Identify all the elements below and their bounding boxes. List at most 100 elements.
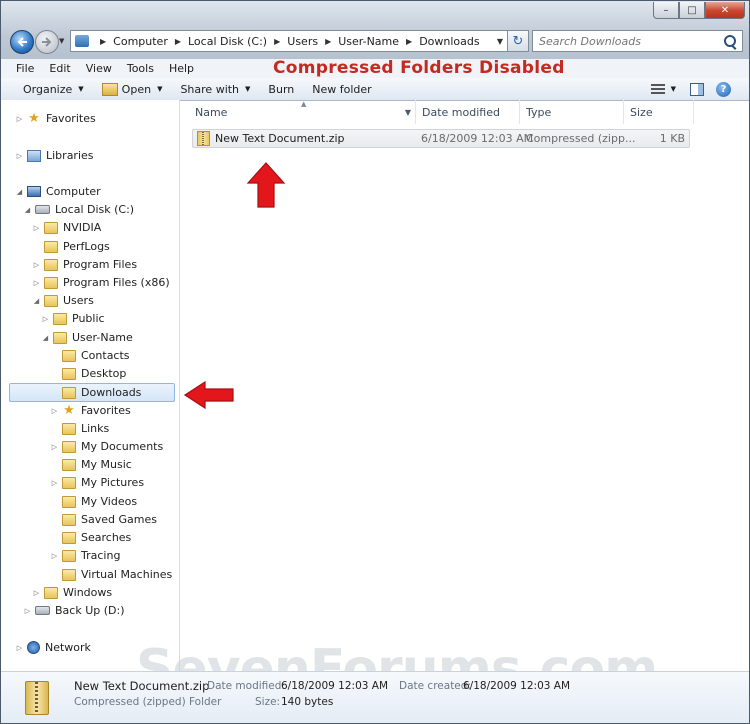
- new-folder-button[interactable]: New folder: [312, 83, 371, 96]
- preview-pane-icon[interactable]: [690, 82, 704, 96]
- column-header-type[interactable]: Type: [520, 100, 624, 124]
- expand-icon[interactable]: ▷: [32, 279, 41, 287]
- tree-label: Back Up (D:): [55, 604, 125, 617]
- search-icon[interactable]: [724, 35, 736, 47]
- menu-view[interactable]: View: [86, 62, 112, 75]
- tree-item-desktop[interactable]: Desktop: [50, 365, 126, 382]
- expand-icon[interactable]: ▷: [50, 443, 59, 451]
- refresh-button[interactable]: ↻: [507, 30, 529, 52]
- search-box[interactable]: [532, 30, 743, 52]
- tree-item-my-music[interactable]: My Music: [50, 456, 132, 473]
- tree-item-backup-d[interactable]: ▷ Back Up (D:): [23, 602, 125, 619]
- navigation-pane[interactable]: ▷ ★ Favorites ▷ Libraries ◢ Computer ◢ Local …: [1, 100, 180, 671]
- tree-item-contacts[interactable]: Contacts: [50, 347, 130, 364]
- forward-button[interactable]: [35, 30, 59, 54]
- tree-item-my-pictures[interactable]: ▷ My Pictures: [50, 474, 144, 491]
- tree-item-perflogs[interactable]: PerfLogs: [32, 238, 110, 255]
- tree-item-favorites[interactable]: ▷ ★ Favorites: [15, 110, 96, 127]
- expand-icon[interactable]: ▷: [50, 479, 59, 487]
- tree-item-searches[interactable]: Searches: [50, 529, 131, 546]
- maximize-button[interactable]: □: [679, 2, 705, 19]
- expand-icon[interactable]: ▷: [15, 152, 24, 160]
- tree-item-tracing[interactable]: ▷ Tracing: [50, 547, 121, 564]
- tree-item-virtual-machines[interactable]: Virtual Machines: [50, 566, 172, 583]
- collapse-icon[interactable]: ◢: [32, 297, 41, 305]
- collapse-icon[interactable]: ◢: [41, 334, 50, 342]
- file-size: 1 KB: [659, 132, 685, 145]
- chevron-right-icon[interactable]: ▶: [175, 37, 181, 46]
- tree-item-my-videos[interactable]: My Videos: [50, 493, 137, 510]
- expand-icon[interactable]: ▷: [41, 315, 50, 323]
- tree-item-saved-games[interactable]: Saved Games: [50, 511, 157, 528]
- expand-icon[interactable]: ▷: [15, 644, 24, 652]
- view-options-icon[interactable]: [650, 84, 665, 94]
- open-button[interactable]: Open ▼: [101, 82, 163, 96]
- tree-label: Searches: [81, 531, 132, 544]
- menu-file[interactable]: File: [16, 62, 34, 75]
- tree-item-nvidia[interactable]: ▷ NVIDIA: [32, 219, 101, 236]
- column-header-date-modified[interactable]: Date modified: [416, 100, 520, 124]
- tree-item-users[interactable]: ◢ Users: [32, 292, 94, 309]
- search-input[interactable]: [533, 33, 721, 49]
- share-with-button[interactable]: Share with ▼: [180, 83, 250, 96]
- chevron-right-icon[interactable]: ▶: [406, 37, 412, 46]
- expand-icon[interactable]: ▷: [50, 407, 59, 415]
- breadcrumb-local-disk[interactable]: Local Disk (C:): [188, 35, 267, 48]
- tree-item-downloads[interactable]: Downloads: [9, 383, 175, 402]
- back-button[interactable]: [10, 30, 34, 54]
- tree-item-network[interactable]: ▷ Network: [15, 639, 91, 656]
- expand-icon[interactable]: ▷: [32, 224, 41, 232]
- minimize-button[interactable]: –: [653, 2, 679, 19]
- help-icon[interactable]: ?: [716, 81, 731, 97]
- tree-label: Favorites: [81, 404, 131, 417]
- chevron-down-icon[interactable]: ▼: [671, 85, 676, 93]
- tree-label: Tracing: [81, 549, 121, 562]
- tree-item-libraries[interactable]: ▷ Libraries: [15, 147, 94, 164]
- details-file-type: Compressed (zipped) Folder: [74, 696, 222, 708]
- arrow-right-icon: [42, 37, 52, 47]
- column-header-size[interactable]: Size: [624, 100, 694, 124]
- expand-icon[interactable]: ▷: [50, 552, 59, 560]
- menu-help[interactable]: Help: [169, 62, 194, 75]
- collapse-icon[interactable]: ◢: [15, 188, 24, 196]
- menu-tools[interactable]: Tools: [127, 62, 154, 75]
- chevron-down-icon[interactable]: ▼: [405, 108, 411, 117]
- breadcrumb-users[interactable]: Users: [287, 35, 318, 48]
- chevron-down-icon: ▼: [157, 85, 163, 93]
- tree-item-computer[interactable]: ◢ Computer: [15, 183, 101, 200]
- chevron-right-icon[interactable]: ▶: [100, 37, 106, 46]
- recent-pages-dropdown[interactable]: ▼: [59, 37, 64, 45]
- address-dropdown-button[interactable]: ▼: [493, 37, 507, 46]
- tree-item-my-documents[interactable]: ▷ My Documents: [50, 438, 163, 455]
- file-row[interactable]: New Text Document.zip 6/18/2009 12:03 AM…: [192, 129, 690, 148]
- tree-item-local-disk[interactable]: ◢ Local Disk (C:): [23, 201, 134, 218]
- tree-item-user-name[interactable]: ◢ User-Name: [41, 329, 133, 346]
- tree-item-program-files-x86[interactable]: ▷ Program Files (x86): [32, 274, 170, 291]
- folder-icon: [44, 240, 58, 253]
- expand-icon[interactable]: ▷: [15, 115, 24, 123]
- collapse-icon[interactable]: ◢: [23, 206, 32, 214]
- organize-button[interactable]: Organize ▼: [23, 83, 84, 96]
- tree-item-links[interactable]: Links: [50, 420, 109, 437]
- expand-icon[interactable]: ▷: [23, 607, 32, 615]
- chevron-right-icon[interactable]: ▶: [274, 37, 280, 46]
- folder-icon: [62, 476, 76, 489]
- column-header-name[interactable]: Name ▲ ▼: [189, 100, 416, 124]
- library-icon: [27, 149, 41, 162]
- tree-item-windows[interactable]: ▷ Windows: [32, 584, 112, 601]
- tree-item-public[interactable]: ▷ Public: [41, 310, 105, 327]
- breadcrumb-computer[interactable]: Computer: [113, 35, 168, 48]
- menu-edit[interactable]: Edit: [49, 62, 70, 75]
- tree-label: My Music: [81, 458, 132, 471]
- folder-icon: [62, 458, 76, 471]
- tree-item-favorites-user[interactable]: ▷ ★ Favorites: [50, 402, 131, 419]
- breadcrumb-downloads[interactable]: Downloads: [419, 35, 479, 48]
- breadcrumb-user-name[interactable]: User-Name: [338, 35, 399, 48]
- expand-icon[interactable]: ▷: [32, 589, 41, 597]
- address-bar[interactable]: ▶ Computer ▶ Local Disk (C:) ▶ Users ▶ U…: [70, 30, 508, 52]
- chevron-right-icon[interactable]: ▶: [325, 37, 331, 46]
- burn-button[interactable]: Burn: [268, 83, 294, 96]
- close-button[interactable]: ✕: [705, 2, 745, 19]
- expand-icon[interactable]: ▷: [32, 261, 41, 269]
- tree-item-program-files[interactable]: ▷ Program Files: [32, 256, 137, 273]
